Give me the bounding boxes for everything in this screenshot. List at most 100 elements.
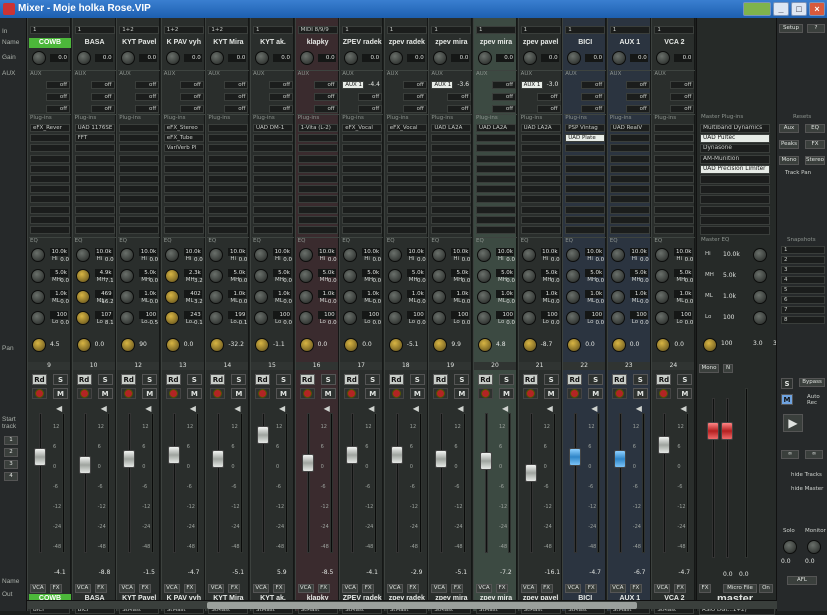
eq-gain-knob[interactable] [209,248,224,262]
master-fx-button[interactable]: FX [699,584,711,593]
pan-knob[interactable] [210,338,225,352]
gain-knob[interactable] [522,51,537,65]
aux-send-select[interactable]: off [625,93,650,101]
input-select[interactable]: MIDI 8/9/9 [297,26,338,34]
pan-knob[interactable] [299,338,314,352]
read-button[interactable]: Rd [478,374,493,385]
master-plugin-slot-empty[interactable] [700,175,770,184]
plugin-slot-empty[interactable] [163,215,204,224]
plugin-slot-empty[interactable] [208,134,249,143]
aux-send-select[interactable]: off [670,93,695,101]
record-button[interactable] [611,388,627,399]
record-button[interactable] [165,388,181,399]
eq-gain-knob[interactable] [31,248,45,262]
solo-s-button[interactable]: S [781,378,793,389]
eq-gain-knob[interactable] [566,248,581,262]
volume-fader[interactable] [346,446,359,464]
eq-gain-knob[interactable] [298,269,313,283]
link-right-button[interactable]: ∞ [805,450,823,459]
master-plugin-slot-empty[interactable] [700,226,770,235]
plugin-slot[interactable]: UAD DM-1 [253,124,293,132]
eq-gain-knob[interactable] [254,311,268,325]
plugin-slot-empty[interactable] [119,124,160,132]
plugin-slot-empty[interactable] [297,164,338,173]
fx-button[interactable]: FX [629,584,642,593]
volume-fader[interactable] [301,454,314,472]
eq-gain-knob[interactable] [610,311,625,325]
vca-button[interactable]: VCA [431,584,448,593]
plugin-slot-empty[interactable] [386,215,427,224]
record-button[interactable] [255,388,270,399]
plugin-slot-empty[interactable] [386,226,427,234]
solo-button[interactable]: S [632,374,648,385]
plugin-slot[interactable]: UAD 1176SE [74,124,115,132]
plugin-slot-empty[interactable] [208,215,249,224]
plugin-slot-empty[interactable] [30,226,70,234]
master-mono-button[interactable]: Mono [699,364,719,373]
input-select[interactable]: 1 [342,26,383,34]
plugin-slot-empty[interactable] [119,215,160,224]
solo-knob[interactable] [783,540,797,554]
record-button[interactable] [522,388,538,399]
plugin-slot[interactable]: eFX_Tube [163,134,204,143]
eq-gain-knob[interactable] [655,311,670,325]
plugin-slot-empty[interactable] [654,144,695,153]
input-select[interactable]: 1 [74,26,115,34]
eq-gain-knob[interactable] [610,248,625,262]
read-button[interactable]: Rd [32,374,47,385]
volume-fader[interactable] [435,450,448,468]
mute-button[interactable]: M [186,388,202,399]
plugin-slot-empty[interactable] [74,205,115,214]
plugin-slot-empty[interactable] [253,175,293,183]
bypass-button[interactable]: Bypass [799,378,825,387]
plugin-slot-empty[interactable] [431,195,472,204]
input-select[interactable]: 1 [30,26,70,34]
eq-gain-knob[interactable] [477,248,491,262]
record-button[interactable] [344,388,360,399]
start-track-button[interactable]: 4 [4,472,18,481]
plugin-slot-empty[interactable] [297,215,338,224]
vca-button[interactable]: VCA [654,584,671,593]
plugin-slot-empty[interactable] [431,215,472,224]
mute-m-button[interactable]: M [781,394,793,405]
plugin-slot-empty[interactable] [386,195,427,204]
plugin-slot-empty[interactable] [253,134,293,143]
plugin-slot[interactable]: PSP Vintag [565,124,606,132]
volume-fader[interactable] [34,448,46,466]
volume-fader[interactable] [212,450,225,468]
plugin-slot-empty[interactable] [163,195,204,204]
plugin-slot-empty[interactable] [386,175,427,183]
start-track-button[interactable]: 1 [4,436,18,445]
gain-knob[interactable] [478,51,492,65]
aux-send-select[interactable]: off [536,105,561,113]
plugin-slot-empty[interactable] [208,144,249,153]
plugin-slot-empty[interactable] [520,144,561,153]
record-button[interactable] [76,388,92,399]
master-plugin-slot-empty[interactable] [700,205,770,215]
eq-gain-knob[interactable] [343,290,358,304]
plugin-slot-empty[interactable] [476,215,516,224]
plugin-slot-empty[interactable] [565,195,606,204]
minimize-button[interactable]: _ [773,2,789,16]
eq-gain-knob[interactable] [566,269,581,283]
plugin-slot-empty[interactable] [30,164,70,173]
eq-gain-knob[interactable] [521,290,536,304]
eq-gain-knob[interactable] [120,248,135,262]
plugin-slot-empty[interactable] [119,195,160,204]
aux-send-select[interactable]: off [581,81,606,89]
plugin-slot[interactable]: eFX_Vocal [386,124,427,132]
plugin-slot-empty[interactable] [609,175,650,183]
plugin-slot-empty[interactable] [297,185,338,194]
mute-button[interactable]: M [276,388,291,399]
plugin-slot-empty[interactable] [476,185,516,194]
pan-knob[interactable] [76,338,91,352]
aux-send-select[interactable]: off [90,93,115,101]
eq-gain-knob[interactable] [164,248,179,262]
plugin-slot-empty[interactable] [253,144,293,153]
afl-button[interactable]: AFL [787,576,817,585]
plugin-slot-empty[interactable] [30,154,70,163]
input-select[interactable]: 1+2 [208,26,249,34]
solo-button[interactable]: S [97,374,113,385]
eq-gain-knob[interactable] [120,290,135,304]
input-select[interactable]: 1 [476,26,516,34]
